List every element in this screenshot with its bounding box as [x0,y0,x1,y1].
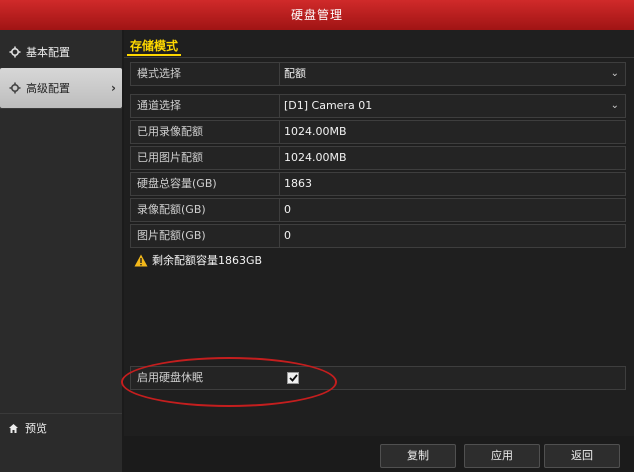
used-record-quota-label: 已用录像配额 [137,125,203,138]
warning-text: 剩余配额容量1863GB [152,254,263,267]
channel-select-value: [D1] Camera 01 [284,99,373,112]
copy-button[interactable]: 复制 [380,444,456,468]
back-button[interactable]: 返回 [544,444,620,468]
main-panel: 存储模式 模式选择 配额 ⌄ 通道选择 [D1] Camera 01 ⌄ 已用录… [124,30,634,472]
preview-label: 预览 [25,422,47,435]
sidebar-item-label: 基本配置 [26,46,70,59]
gear-icon [8,81,22,95]
used-record-quota-row: 已用录像配额 1024.00MB [130,120,626,144]
window-title: 硬盘管理 [0,0,634,30]
total-capacity-label: 硬盘总容量(GB) [137,177,217,190]
used-record-quota-value: 1024.00MB [279,121,623,143]
record-quota-label: 录像配额(GB) [137,203,206,216]
tab-storage-mode[interactable]: 存储模式 [127,36,182,56]
apply-button[interactable]: 应用 [464,444,540,468]
warning-icon [134,254,148,267]
tab-divider [124,57,634,58]
mode-select-label: 模式选择 [137,67,181,80]
channel-select-label: 通道选择 [137,99,181,112]
preview-button[interactable]: 预览 [0,413,122,442]
disk-sleep-checkbox[interactable] [287,372,299,384]
record-quota-input[interactable]: 0 [279,199,623,221]
sidebar-divider [0,108,122,109]
record-quota-row: 录像配额(GB) 0 [130,198,626,222]
chevron-right-icon: › [111,81,116,95]
sidebar-item-label: 高级配置 [26,82,70,95]
picture-quota-input[interactable]: 0 [279,225,623,247]
mode-select-row: 模式选择 配额 ⌄ [130,62,626,86]
chevron-down-icon: ⌄ [610,68,619,79]
total-capacity-row: 硬盘总容量(GB) 1863 [130,172,626,196]
gear-icon [8,45,22,59]
channel-select-dropdown[interactable]: [D1] Camera 01 ⌄ [279,95,623,117]
checkmark-icon [288,374,298,382]
used-picture-quota-row: 已用图片配额 1024.00MB [130,146,626,170]
home-icon [8,423,19,434]
remaining-quota-warning: 剩余配额容量1863GB [134,252,262,268]
disk-sleep-label: 启用硬盘休眠 [137,371,203,384]
used-picture-quota-value: 1024.00MB [279,147,623,169]
bottom-toolbar: 复制 应用 返回 [124,436,634,472]
picture-quota-label: 图片配额(GB) [137,229,206,242]
picture-quota-row: 图片配额(GB) 0 [130,224,626,248]
sidebar: 基本配置 高级配置 › [0,30,122,472]
mode-select-value: 配额 [284,67,306,80]
total-capacity-value: 1863 [279,173,623,195]
disk-sleep-row: 启用硬盘休眠 [130,366,626,390]
sidebar-item-advanced-config[interactable]: 高级配置 › [0,68,122,108]
chevron-down-icon: ⌄ [610,100,619,111]
mode-select-dropdown[interactable]: 配额 ⌄ [279,63,623,85]
channel-select-row: 通道选择 [D1] Camera 01 ⌄ [130,94,626,118]
used-picture-quota-label: 已用图片配额 [137,151,203,164]
sidebar-item-basic-config[interactable]: 基本配置 [0,34,122,70]
